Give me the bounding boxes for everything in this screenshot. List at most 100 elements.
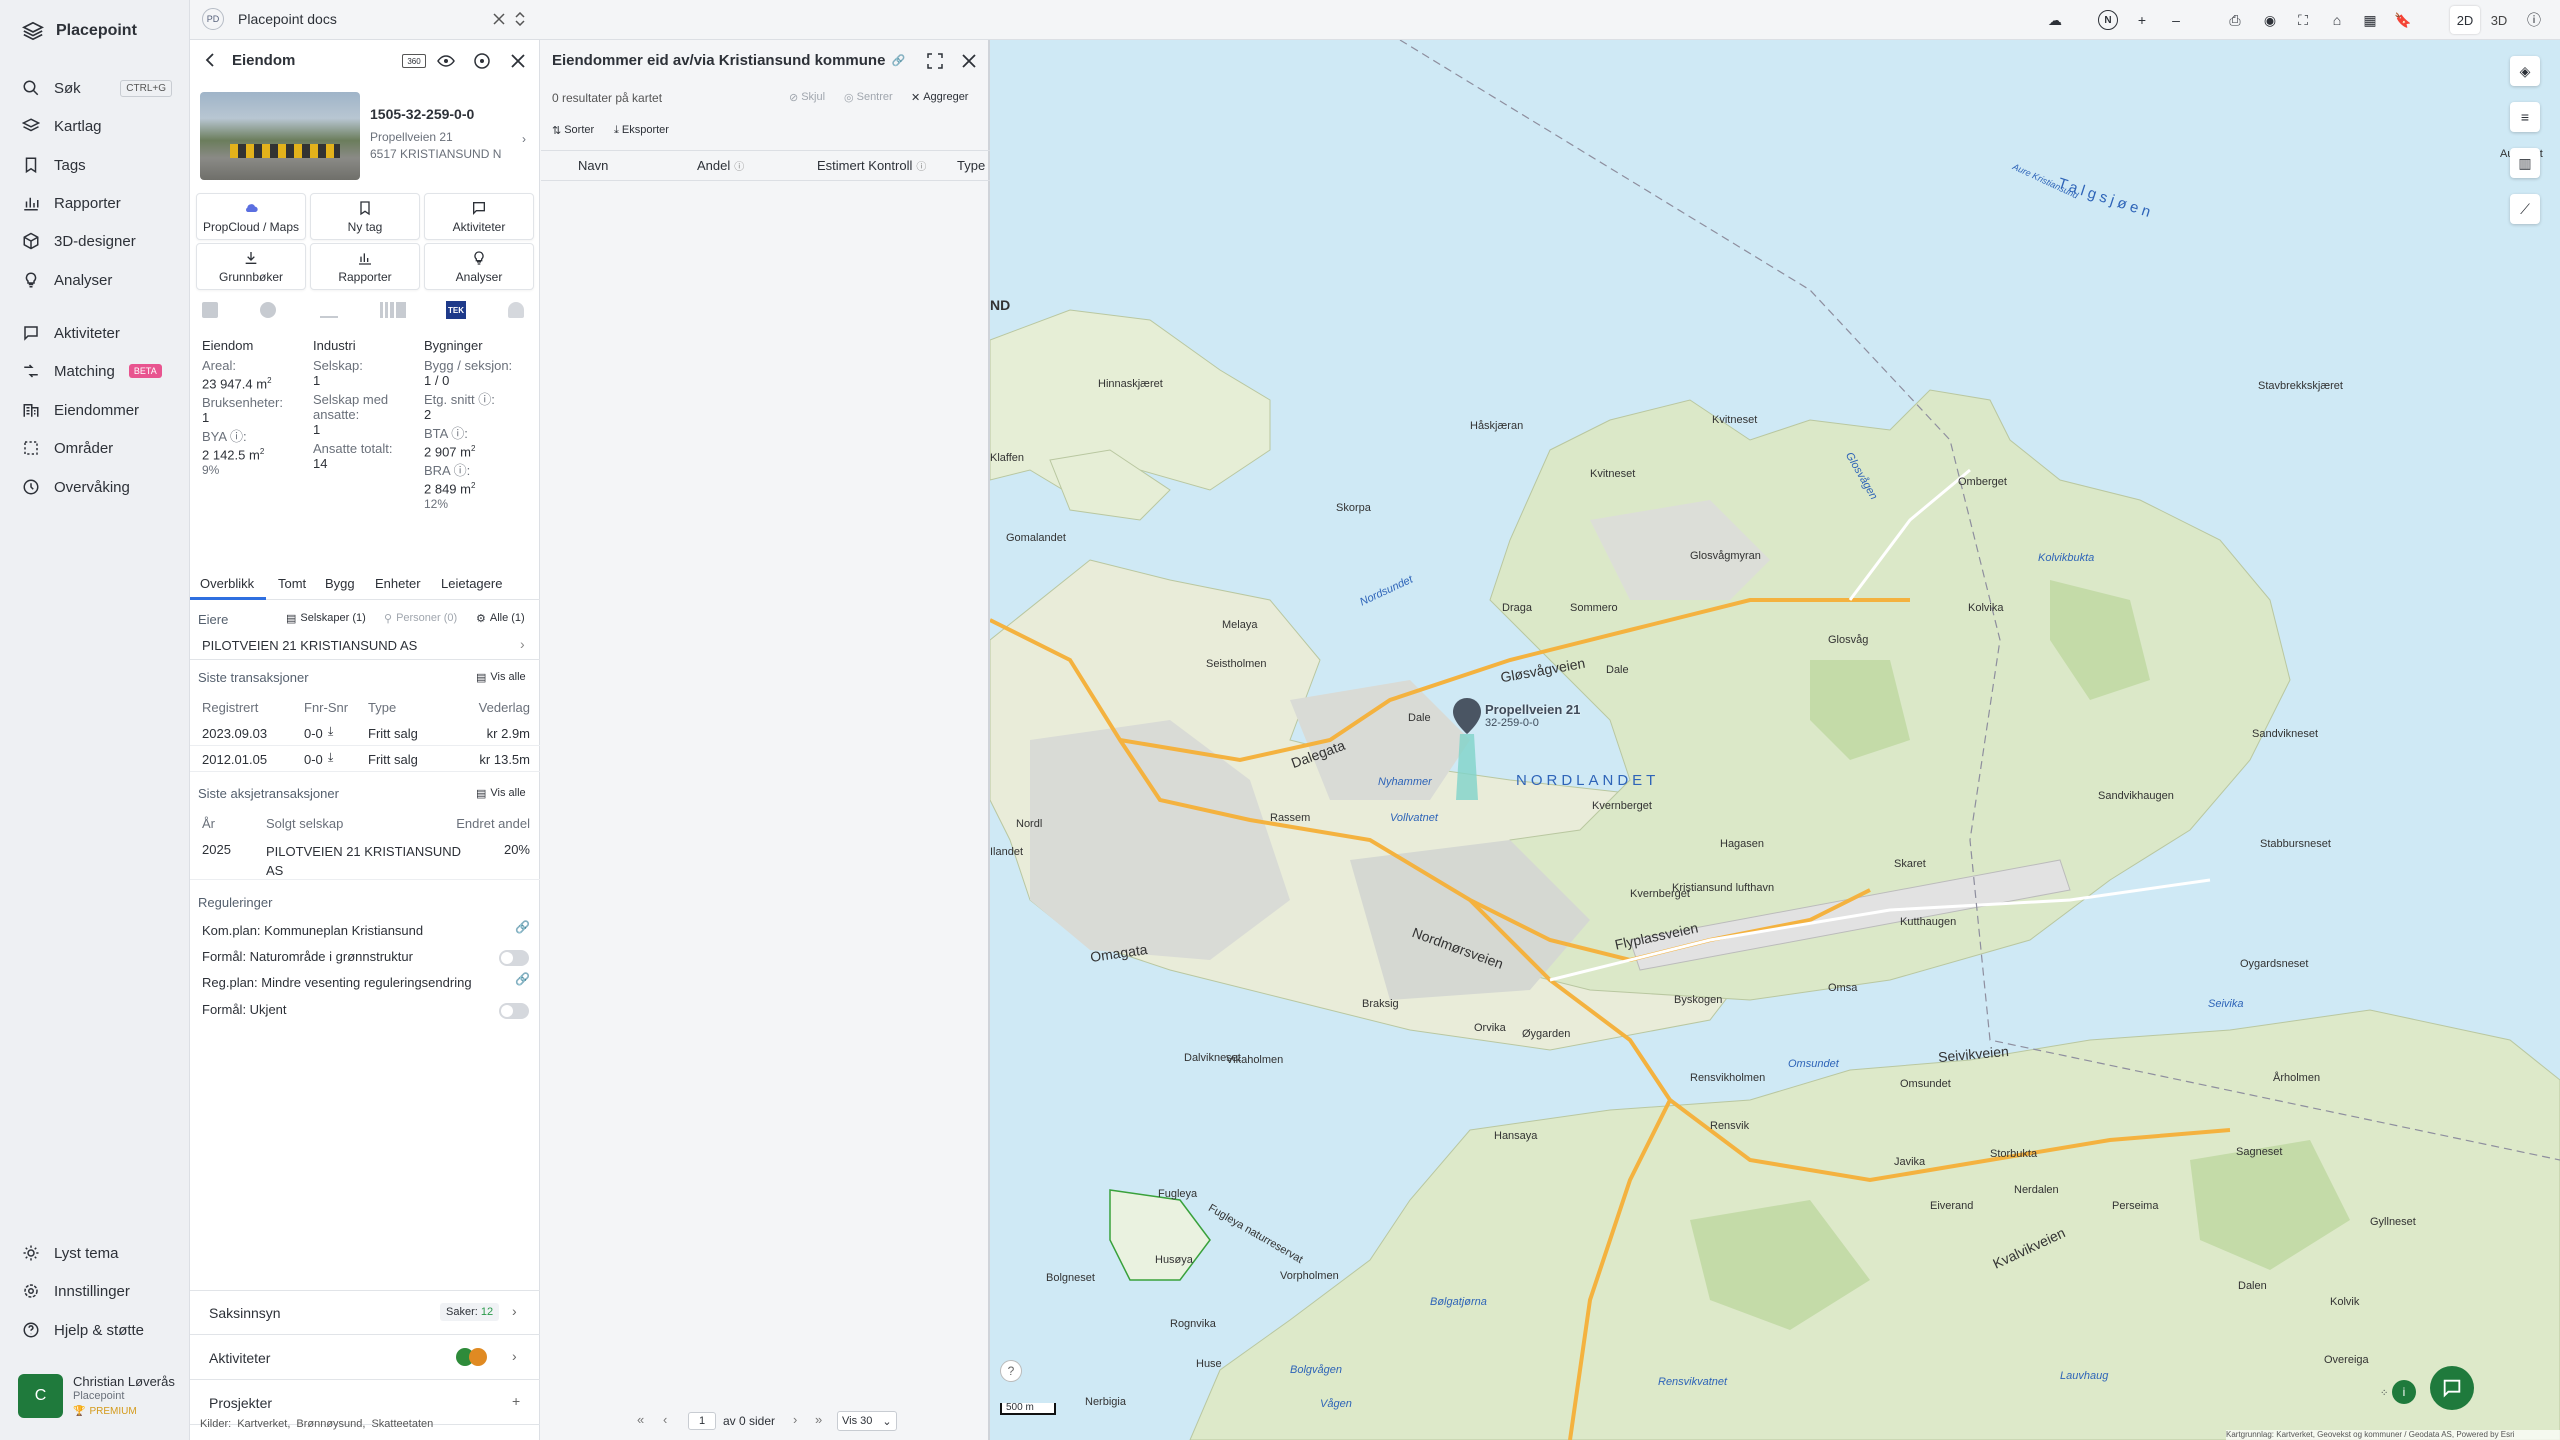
first-page-button[interactable]: « [637,1412,644,1427]
levels-icon[interactable] [380,302,406,318]
tab-leietagere[interactable]: Leietagere [441,576,502,591]
nav-aktiviteter[interactable]: Aktiviteter [22,318,120,348]
filter-selskaper[interactable]: ▤ Selskaper (1) [286,612,366,625]
section-aktiviteter[interactable]: Aktiviteter › [190,1336,540,1380]
zoom-out-icon[interactable]: – [2166,10,2186,30]
col-type[interactable]: Type [957,158,985,173]
reg-item[interactable]: Kom.plan: Kommuneplan Kristiansund [202,923,423,938]
nav-kartlag[interactable]: Kartlag [22,111,102,141]
user-card[interactable]: C Christian Løverås Placepoint 🏆 PREMIUM [18,1374,178,1418]
plant-icon[interactable] [320,302,338,318]
info-icon[interactable]: ⓘ [454,463,467,478]
grid-icon[interactable]: ▦ [2360,10,2380,30]
compass-north[interactable]: N [2098,10,2118,30]
col-navn[interactable]: Navn [578,158,608,173]
aggregate-button[interactable]: ✕ Aggreger [911,91,968,104]
nav-analyser[interactable]: Analyser [22,265,112,295]
next-page-button[interactable]: › [793,1412,797,1427]
app-logo[interactable]: Placepoint [22,20,137,42]
export-button[interactable]: ⤓ Eksporter [614,124,669,137]
layers-icon[interactable]: ≡ [2510,102,2540,132]
col-estimert[interactable]: Estimert Kontroll ⓘ [817,158,926,173]
expand-icon[interactable] [925,51,945,71]
tile-rapporter[interactable]: Rapporter [310,243,420,290]
add-icon[interactable]: + [512,1393,520,1409]
reg-item[interactable]: Reg.plan: Mindre vesenting reguleringsen… [202,975,472,990]
filter-personer[interactable]: ⚲ Personer (0) [384,612,457,625]
camera-icon[interactable]: ⌂ [2327,10,2347,30]
tile-propcloud[interactable]: PropCloud / Maps [196,193,306,240]
owner-row[interactable]: PILOTVEIEN 21 KRISTIANSUND AS › [190,632,540,660]
eye-icon[interactable] [436,51,456,71]
bookmark-icon[interactable]: 🔖 [2393,10,2413,30]
close-icon[interactable] [508,51,528,71]
tx-see-all[interactable]: ▤ Vis alle [476,671,526,684]
table-row[interactable]: 2012.01.05 0-0 ⤓ Fritt salg kr 13.5m [190,746,540,772]
view-360-icon[interactable]: 360 [402,54,426,68]
tab-bygg[interactable]: Bygg [325,576,355,591]
tab-overblikk[interactable]: Overblikk [200,576,254,591]
nav-matching[interactable]: Matching BETA [22,356,162,386]
nav-3d-designer[interactable]: 3D-designer [22,226,136,256]
nav-rapporter[interactable]: Rapporter [22,188,121,218]
doc-title[interactable]: Placepoint docs [238,11,337,27]
nav-tags[interactable]: Tags [22,150,86,180]
chevron-right-icon[interactable]: › [522,132,526,146]
measure-icon[interactable]: ⟋ [2510,194,2540,224]
nav-settings[interactable]: Innstillinger [22,1276,130,1306]
chevron-updown-icon[interactable] [512,10,528,28]
tab-enheter[interactable]: Enheter [375,576,421,591]
map-canvas[interactable]: Propellveien 21 32-259-0-0 ND Hinnaskjær… [990,40,2560,1440]
link-icon[interactable]: 🔗 [891,54,905,67]
source-link[interactable]: Skatteetaten [371,1418,433,1430]
eye-icon[interactable]: ◉ [2260,10,2280,30]
nav-theme[interactable]: Lyst tema [22,1238,118,1268]
per-page-select[interactable]: Vis 30 ⌄ [837,1411,897,1431]
table-row[interactable]: 2023.09.03 0-0 ⤓ Fritt salg kr 2.9m [190,720,540,746]
cloud-icon[interactable]: ☁ [2045,10,2065,30]
col-andel[interactable]: Andel ⓘ [697,158,744,173]
source-link[interactable]: Brønnøysund, [296,1418,365,1430]
toggle-switch[interactable] [499,950,529,966]
marker-label[interactable]: Propellveien 21 [1485,702,1580,717]
link-icon[interactable]: 🔗 [515,920,530,934]
filter-alle[interactable]: ⚙ Alle (1) [476,612,525,625]
link-icon[interactable]: 🔗 [515,972,530,986]
prev-page-button[interactable]: ‹ [663,1412,667,1427]
nav-omrader[interactable]: Områder [22,433,113,463]
info-icon[interactable]: ⓘ [451,426,464,441]
tile-ny-tag[interactable]: Ny tag [310,193,420,240]
crosshair-icon[interactable] [472,51,492,71]
download-icon[interactable]: ⤓ [328,724,333,739]
table-row[interactable]: 2025 PILOTVEIEN 21 KRISTIANSUND AS 20% [190,836,540,880]
nav-overvaking[interactable]: Overvåking [22,472,130,502]
fullscreen-icon[interactable]: ⛶ [2293,10,2313,30]
register-icon[interactable] [202,302,218,318]
page-input[interactable]: 1 [688,1412,716,1430]
view-2d-button[interactable]: 2D [2450,6,2480,34]
tab-tomt[interactable]: Tomt [278,576,306,591]
chart-icon[interactable]: ▥ [2510,148,2540,178]
grid-handle-icon[interactable]: ⁘ [2380,1388,2390,1399]
download-icon[interactable]: ⤓ [328,750,333,765]
last-page-button[interactable]: » [815,1412,822,1427]
property-photo[interactable] [200,92,360,180]
energy-icon[interactable] [260,302,276,318]
view-3d-button[interactable]: 3D [2484,6,2514,34]
back-icon[interactable] [202,52,218,68]
chat-fab[interactable] [2430,1366,2474,1410]
section-saksinnsyn[interactable]: Saksinnsyn Saker: 12 › [190,1291,540,1335]
stx-see-all[interactable]: ▤ Vis alle [476,787,526,800]
print-icon[interactable]: ⎙ [2225,10,2245,30]
source-link[interactable]: Kartverket, [237,1418,290,1430]
nav-search[interactable]: Søk CTRL+G [22,73,172,103]
hide-button[interactable]: ⊘ Skjul [789,91,825,104]
help-icon[interactable]: ? [1000,1360,1022,1382]
zoom-in-icon[interactable]: + [2132,10,2152,30]
info-icon[interactable]: ⓘ [2524,10,2544,30]
close-tab-icon[interactable] [490,10,508,28]
info-icon[interactable]: ⓘ [478,392,491,407]
tile-aktiviteter[interactable]: Aktiviteter [424,193,534,240]
tek-badge[interactable]: TEK [446,301,466,319]
warning-icon[interactable] [508,302,524,318]
